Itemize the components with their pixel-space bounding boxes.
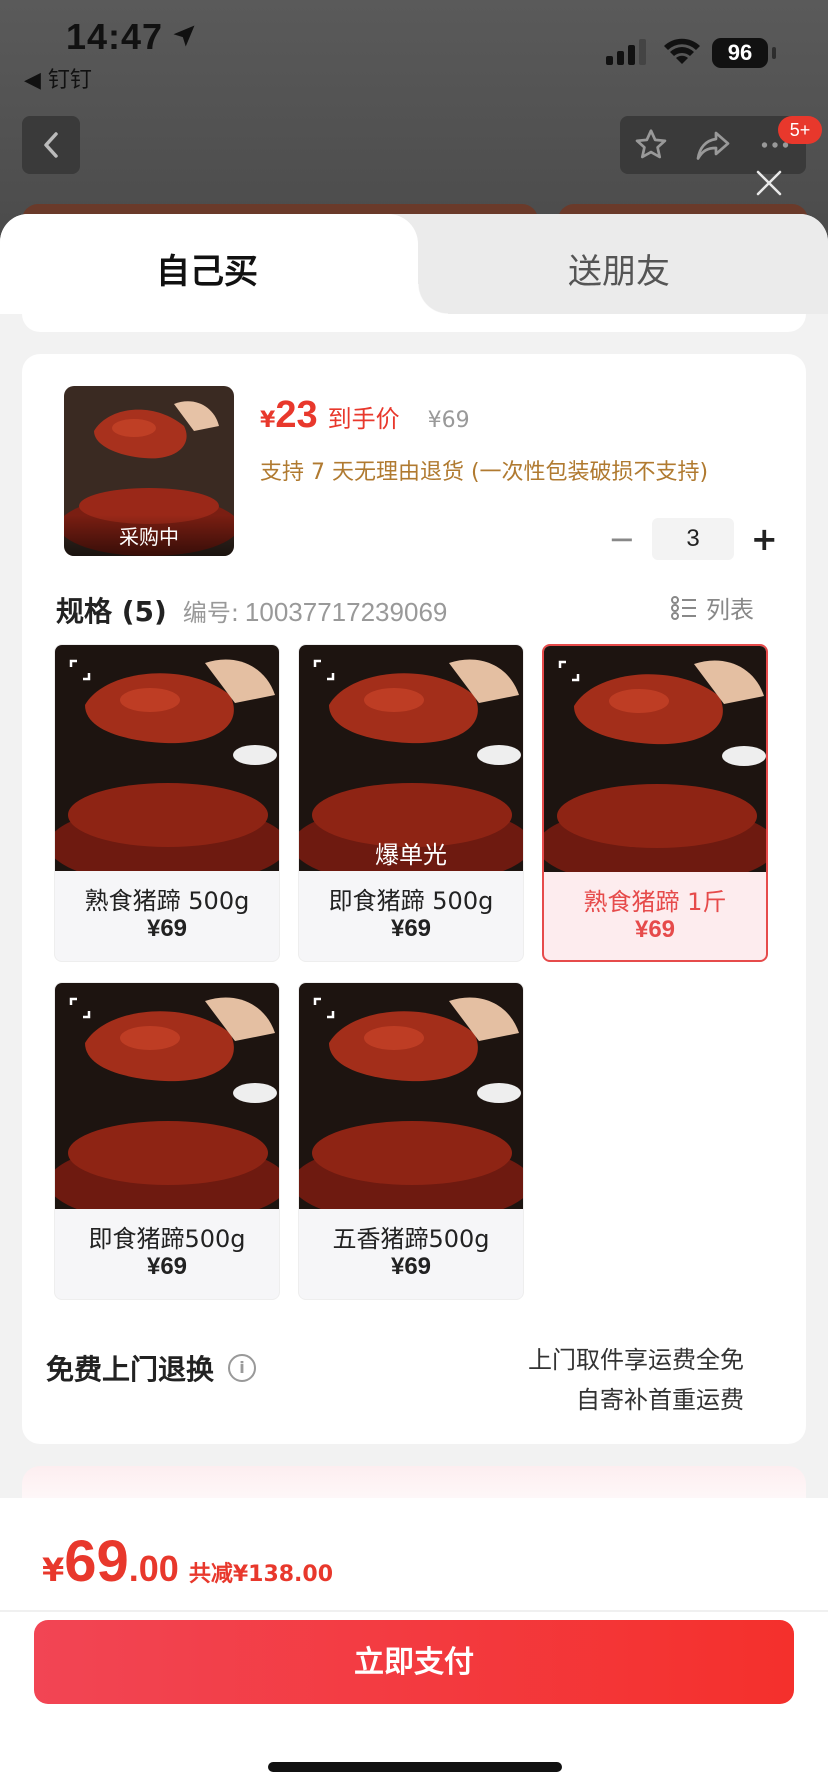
sku-option[interactable]: 五香猪蹄500g ¥69 [298,982,524,1300]
final-price: 23 [275,394,318,436]
star-icon[interactable] [633,127,669,163]
sku-hot-tag: 爆单光 [375,841,447,869]
expand-icon[interactable] [69,659,91,681]
total-discount: 共减¥138.00 [188,1562,334,1587]
sku-name: 即食猪蹄 500g [328,887,494,915]
sku-price: ¥69 [634,916,676,943]
price-row: ¥ 23 到手价 ¥69 [260,394,470,437]
status-bar: 14:47 ◀ 钉钉 96 [0,0,828,100]
total-decimal: .00 [128,1548,179,1589]
list-view-toggle[interactable]: 列表 [670,590,754,625]
product-thumbnail[interactable]: 采购中 [64,386,234,556]
total-currency: ¥ [42,1551,65,1589]
price-currency: ¥ [260,408,276,433]
battery-tip [772,47,776,59]
expand-icon[interactable] [313,997,335,1019]
return-policy-note: 支持 7 天无理由退货 (一次性包装破损不支持) [260,460,709,485]
expand-icon[interactable] [69,997,91,1019]
sku-price: ¥69 [390,915,432,942]
spec-code: 10037717239069 [244,597,448,627]
sku-option[interactable]: 熟食猪蹄 500g ¥69 [54,644,280,962]
close-icon[interactable] [754,168,784,198]
back-button[interactable] [22,116,80,174]
battery-indicator: 96 [712,38,768,68]
tab-panel-edge [22,314,806,332]
checkout-bar: ¥ 69 .00 共减¥138.00 立即支付 [0,1498,828,1792]
decrease-quantity-button[interactable]: − [602,519,642,559]
increase-quantity-button[interactable]: + [744,519,784,559]
wifi-icon [664,38,700,64]
chevron-left-icon [44,132,58,158]
spec-code-label: 编号: [182,599,239,627]
free-return-note: 上门取件享运费全免 自寄补首重运费 [528,1340,744,1420]
divider [0,1610,828,1612]
total-integer: 69 [64,1529,129,1594]
notification-badge: 5+ [778,116,822,144]
spec-title: 规格 (5) [56,595,167,628]
back-to-app-link[interactable]: ◀ 钉钉 [24,62,92,94]
free-return-note-line2: 自寄补首重运费 [576,1386,744,1414]
product-card: 采购中 ¥ 23 到手价 ¥69 支持 7 天无理由退货 (一次性包装破损不支持… [22,354,806,1444]
sku-name: 五香猪蹄500g [332,1225,490,1253]
home-indicator [268,1762,562,1772]
quantity-stepper: − 3 + [602,518,784,560]
status-time: 14:47 [66,16,164,57]
expand-icon[interactable] [558,660,580,682]
thumbnail-status-tag: 采购中 [64,515,234,556]
final-price-label: 到手价 [327,405,400,433]
share-icon[interactable] [695,127,731,163]
sku-price: ¥69 [146,915,188,942]
sku-option[interactable]: 爆单光 即食猪蹄 500g ¥69 [298,644,524,962]
tab-buy-for-self[interactable]: 自己买 [156,244,258,293]
sku-option-selected[interactable]: 熟食猪蹄 1斤 ¥69 [542,644,768,962]
sku-name: 即食猪蹄500g [88,1225,246,1253]
list-icon [671,595,696,620]
list-view-label: 列表 [706,596,754,624]
tab-bar: 自己买 送朋友 [0,214,828,314]
spec-header: 规格 (5) 编号: 10037717239069 [56,590,447,630]
info-icon[interactable]: i [228,1354,257,1382]
sku-price: ¥69 [146,1253,188,1280]
quantity-input[interactable]: 3 [651,518,735,560]
free-return-note-line1: 上门取件享运费全免 [528,1346,744,1374]
original-price: ¥69 [427,408,470,433]
expand-icon[interactable] [313,659,335,681]
cellular-signal-icon [606,39,646,65]
sku-price: ¥69 [390,1253,432,1280]
pay-now-button[interactable]: 立即支付 [34,1620,794,1704]
sku-name: 熟食猪蹄 500g [84,887,250,915]
tab-send-to-friend[interactable]: 送朋友 [568,244,670,293]
free-return-row: 免费上门退换 i [46,1348,257,1388]
location-arrow-icon [173,25,195,47]
free-return-title: 免费上门退换 [46,1353,215,1386]
sku-name: 熟食猪蹄 1斤 [583,888,727,916]
sku-option[interactable]: 即食猪蹄500g ¥69 [54,982,280,1300]
total-price: ¥ 69 .00 共减¥138.00 [42,1528,333,1595]
